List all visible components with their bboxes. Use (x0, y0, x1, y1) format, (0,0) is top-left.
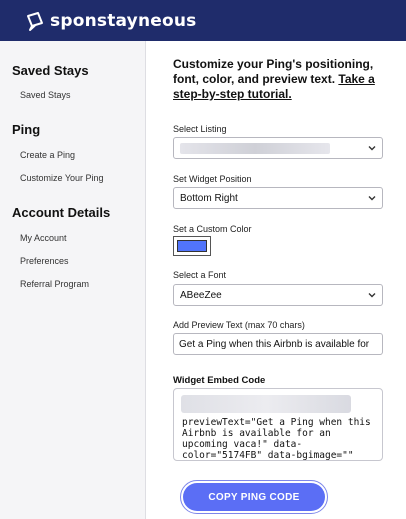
embed-code-blurred (181, 395, 351, 413)
embed-code-label: Widget Embed Code (173, 375, 266, 386)
color-picker[interactable] (173, 236, 211, 256)
position-value: Bottom Right (180, 192, 238, 204)
copy-button-outline: COPY PING CODE (180, 480, 328, 514)
sidebar-item-referral-program[interactable]: Referral Program (20, 279, 89, 289)
embed-code-box[interactable]: previewText="Get a Ping when this Airbnb… (173, 388, 383, 461)
sidebar-item-saved-stays[interactable]: Saved Stays (20, 90, 71, 100)
brand-name[interactable]: sponstayneous (50, 11, 196, 31)
sidebar-heading-saved-stays: Saved Stays (12, 63, 89, 78)
intro-text: Customize your Ping's positioning, font,… (173, 57, 401, 102)
chevron-down-icon (368, 196, 376, 201)
listing-label: Select Listing (173, 124, 227, 134)
top-bar: sponstayneous (0, 0, 406, 41)
main-panel: Customize your Ping's positioning, font,… (147, 41, 406, 519)
position-label: Set Widget Position (173, 174, 252, 184)
sidebar-item-create-ping[interactable]: Create a Ping (20, 150, 75, 160)
font-select[interactable]: ABeeZee (173, 284, 383, 306)
font-label: Select a Font (173, 270, 227, 280)
color-swatch (177, 240, 207, 252)
sidebar-item-customize-ping[interactable]: Customize Your Ping (20, 173, 104, 183)
font-value: ABeeZee (180, 289, 222, 301)
embed-code-text: previewText="Get a Ping when this Airbnb… (182, 417, 371, 461)
sidebar-item-my-account[interactable]: My Account (20, 233, 67, 243)
position-select[interactable]: Bottom Right (173, 187, 383, 209)
chevron-down-icon (368, 293, 376, 298)
copy-ping-code-button[interactable]: COPY PING CODE (183, 483, 325, 511)
sidebar-item-preferences[interactable]: Preferences (20, 256, 69, 266)
color-label: Set a Custom Color (173, 224, 252, 234)
preview-text-input[interactable]: Get a Ping when this Airbnb is available… (173, 333, 383, 355)
sidebar: Saved Stays Saved Stays Ping Create a Pi… (0, 41, 146, 519)
listing-select[interactable] (173, 137, 383, 159)
preview-text-label: Add Preview Text (max 70 chars) (173, 320, 305, 330)
listing-value-blurred (180, 142, 330, 154)
sidebar-heading-ping: Ping (12, 122, 41, 137)
sidebar-heading-account-details: Account Details (12, 205, 111, 220)
logo-icon (27, 11, 43, 31)
chevron-down-icon (368, 146, 376, 151)
